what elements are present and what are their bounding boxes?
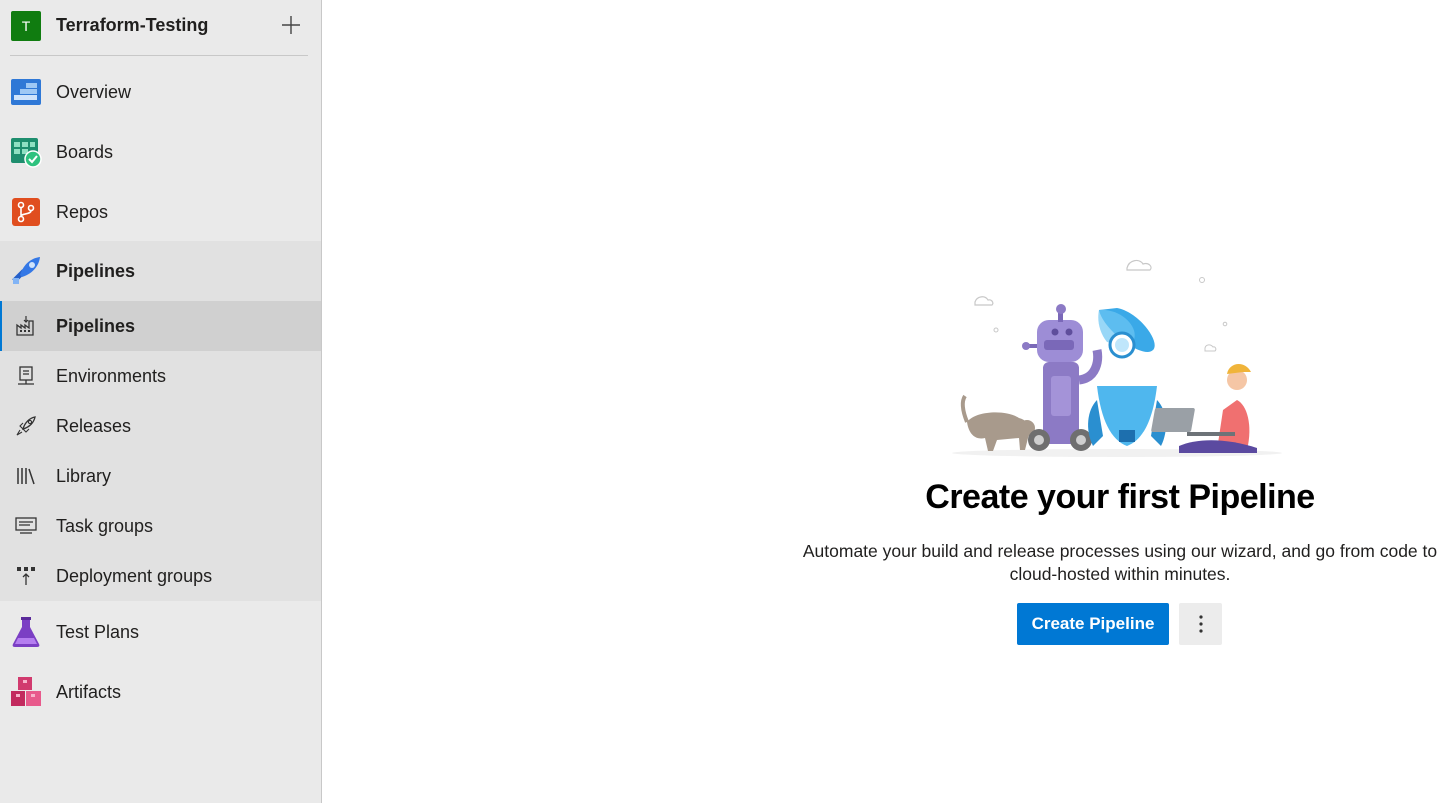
page-title: Create your first Pipeline xyxy=(925,478,1315,516)
sub-item-environments[interactable]: Environments xyxy=(0,351,321,401)
nav-item-overview[interactable]: Overview xyxy=(0,62,321,122)
create-pipeline-button[interactable]: Create Pipeline xyxy=(1017,603,1169,645)
sub-item-deployment-groups[interactable]: Deployment groups xyxy=(0,551,321,601)
sidebar: T Terraform-Testing Overview Boards Repo… xyxy=(0,0,322,803)
nav-label-overview: Overview xyxy=(56,81,132,102)
add-icon[interactable] xyxy=(279,13,303,37)
nav-label-pipelines: Pipelines xyxy=(56,260,136,281)
nav-label-repos: Repos xyxy=(56,201,109,222)
deployment-groups-icon xyxy=(17,567,35,585)
sub-label-library: Library xyxy=(56,465,112,486)
pipelines-section: Pipelines Pipelines Environments Release… xyxy=(0,241,321,601)
sub-item-pipelines[interactable]: Pipelines xyxy=(0,301,321,351)
nav-label-test-plans: Test Plans xyxy=(56,621,140,642)
more-vertical-icon xyxy=(1198,615,1203,633)
nav-item-pipelines[interactable]: Pipelines xyxy=(0,241,321,301)
artifacts-icon xyxy=(11,677,41,706)
nav-item-artifacts[interactable]: Artifacts xyxy=(0,662,321,722)
environments-icon xyxy=(18,366,34,385)
sub-label-environments: Environments xyxy=(56,365,167,386)
project-header: T Terraform-Testing xyxy=(0,0,321,55)
nav-item-test-plans[interactable]: Test Plans xyxy=(0,602,321,662)
sub-item-task-groups[interactable]: Task groups xyxy=(0,501,321,551)
pipelines-factory-icon xyxy=(16,316,34,336)
sub-label-task-groups: Task groups xyxy=(56,515,154,536)
library-icon xyxy=(17,468,35,485)
pipeline-hero-illustration xyxy=(952,259,1282,457)
overview-icon xyxy=(11,79,41,105)
sub-label-releases: Releases xyxy=(56,415,132,436)
nav-item-boards[interactable]: Boards xyxy=(0,122,321,182)
repos-icon xyxy=(12,198,40,226)
project-name[interactable]: Terraform-Testing xyxy=(56,15,208,36)
project-avatar[interactable]: T xyxy=(11,11,41,41)
sub-label-pipelines: Pipelines xyxy=(56,315,136,336)
pipelines-icon xyxy=(12,257,40,284)
page-description: Automate your build and release processe… xyxy=(802,541,1438,584)
more-actions-button[interactable] xyxy=(1179,603,1222,645)
test-plans-icon xyxy=(12,617,40,647)
rocket-icon xyxy=(16,416,36,436)
task-groups-icon xyxy=(15,517,37,534)
nav-label-boards: Boards xyxy=(56,141,114,162)
sub-item-releases[interactable]: Releases xyxy=(0,401,321,451)
boards-icon xyxy=(11,138,42,168)
header-divider xyxy=(10,55,308,56)
nav-label-artifacts: Artifacts xyxy=(56,681,122,702)
main-content: Create your first Pipeline Automate your… xyxy=(322,0,1452,803)
sub-label-deployment-groups: Deployment groups xyxy=(56,565,213,586)
nav-item-repos[interactable]: Repos xyxy=(0,182,321,242)
sub-item-library[interactable]: Library xyxy=(0,451,321,501)
